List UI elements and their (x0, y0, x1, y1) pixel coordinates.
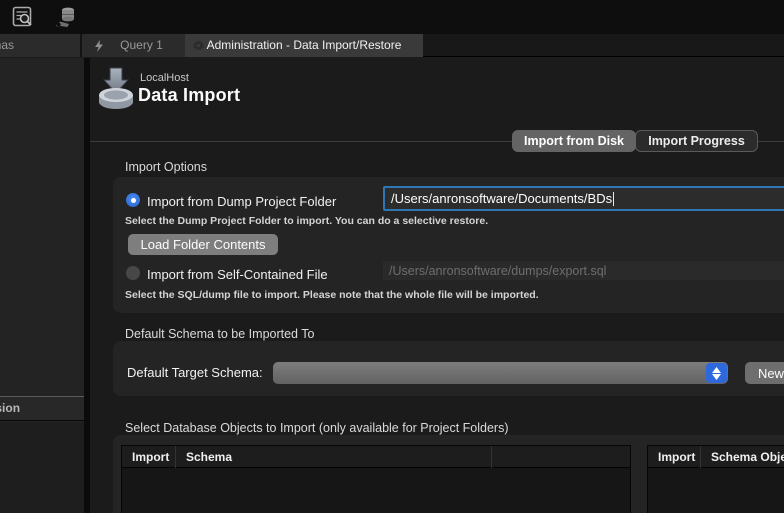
load-folder-contents-label: Load Folder Contents (140, 237, 265, 252)
objects-col-schema-objects[interactable]: Schema Objects (701, 450, 784, 464)
schema-objects-table-header: Import Schema Objects (648, 446, 784, 468)
host-label: LocalHost (140, 72, 189, 84)
tab-query-1-label: Query 1 (120, 38, 163, 52)
text-caret (613, 192, 614, 206)
self-contained-path-value: /Users/anronsoftware/dumps/export.sql (389, 264, 606, 278)
schema-objects-table[interactable]: Import Schema Objects (647, 445, 784, 513)
data-import-icon (96, 66, 136, 110)
radio-dump-project-folder[interactable] (126, 193, 140, 207)
dropdown-selected-value (273, 365, 281, 380)
gear-icon (193, 40, 204, 51)
sidebar-divider[interactable] (84, 58, 90, 513)
tab-schemas-label: Schemas (0, 34, 14, 57)
dump-folder-path-value: /Users/anronsoftware/Documents/BDs (391, 191, 612, 206)
self-contained-helper-text: Select the SQL/dump file to import. Plea… (125, 289, 539, 301)
sidebar-session-label: Session (0, 401, 20, 415)
sidebar-session-header[interactable]: Session (0, 396, 84, 421)
objects-col-import[interactable]: Import (648, 450, 700, 464)
dropdown-stepper-icon[interactable] (706, 363, 727, 383)
radio-self-contained-file-label[interactable]: Import from Self-Contained File (147, 267, 328, 282)
tab-administration-label: Administration - Data Import/Restore (207, 38, 402, 52)
column-divider[interactable] (491, 446, 492, 468)
schemas-col-import[interactable]: Import (122, 450, 175, 464)
schemas-table[interactable]: Import Schema (121, 445, 631, 513)
document-tab-bar: Schemas Query 1 Administration - Data Im… (0, 34, 784, 57)
left-sidebar: Session (0, 58, 84, 513)
tab-query-1[interactable]: Query 1 (82, 34, 185, 57)
new-schema-button-label: New... (758, 366, 784, 381)
main-toolbar (0, 0, 784, 34)
objects-section-label: Select Database Objects to Import (only … (125, 421, 509, 435)
admin-tools-icon[interactable] (53, 6, 79, 30)
app-window: Schemas Query 1 Administration - Data Im… (0, 0, 784, 513)
tab-import-progress[interactable]: Import Progress (635, 130, 758, 152)
schemas-col-schema[interactable]: Schema (176, 450, 232, 464)
import-options-section-label: Import Options (125, 160, 207, 174)
self-contained-path-input[interactable]: /Users/anronsoftware/dumps/export.sql (383, 261, 784, 280)
dump-folder-helper-text: Select the Dump Project Folder to import… (125, 215, 488, 227)
lightning-icon (94, 40, 104, 52)
radio-self-contained-file[interactable] (126, 266, 140, 280)
tab-schemas[interactable]: Schemas (0, 34, 80, 57)
sidebar-session-panel (0, 422, 84, 513)
dump-folder-path-input[interactable]: /Users/anronsoftware/Documents/BDs (383, 186, 784, 211)
load-folder-contents-button[interactable]: Load Folder Contents (128, 234, 278, 255)
new-query-tab-icon[interactable] (12, 6, 33, 28)
default-target-schema-label: Default Target Schema: (127, 365, 263, 380)
default-target-schema-dropdown[interactable] (273, 362, 728, 384)
new-schema-button[interactable]: New... (745, 362, 784, 384)
default-schema-section-label: Default Schema to be Imported To (125, 327, 314, 341)
schemas-table-header: Import Schema (122, 446, 630, 468)
radio-dump-project-folder-label[interactable]: Import from Dump Project Folder (147, 194, 336, 209)
tab-administration[interactable]: Administration - Data Import/Restore (185, 34, 423, 57)
page-title: Data Import (138, 85, 240, 106)
tab-import-from-disk-label: Import from Disk (524, 134, 624, 148)
tab-import-progress-label: Import Progress (648, 134, 745, 148)
tab-import-from-disk[interactable]: Import from Disk (512, 130, 636, 152)
